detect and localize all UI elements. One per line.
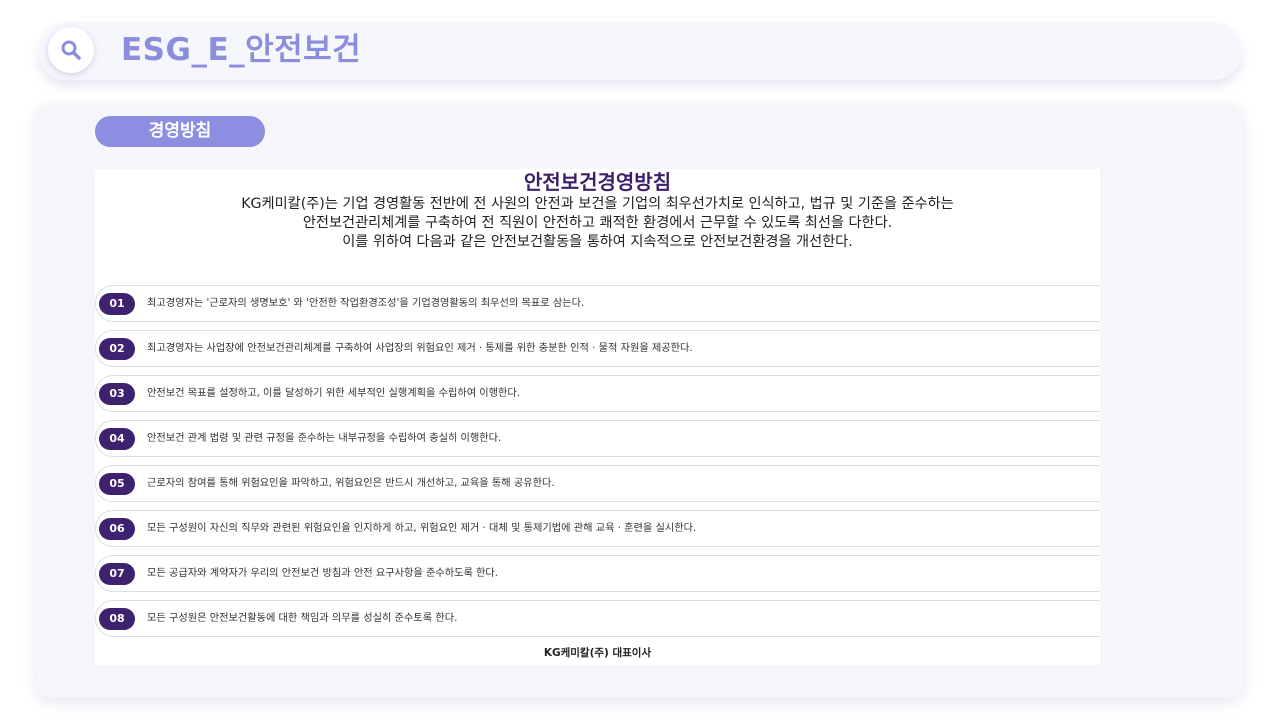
policy-item: 06 모든 구성원이 자신의 직무와 관련된 위험요인을 인지하게 하고, 위험… [95,510,1100,547]
item-number-badge: 02 [99,338,135,360]
policy-item: 04 안전보건 관계 법령 및 관련 규정을 준수하는 내부규정을 수립하여 충… [95,420,1100,457]
signature: KG케미칼(주) 대표이사 [543,647,652,659]
item-number-badge: 05 [99,473,135,495]
policy-document: 안전보건경영방침 KG케미칼(주)는 기업 경영활동 전반에 전 사원의 안전과… [95,169,1100,665]
intro-line: 안전보건관리체계를 구축하여 전 직원이 안전하고 쾌적한 환경에서 근무할 수… [302,215,893,231]
policy-text: 최고경영자는 '근로자의 생명보호' 와 '안전한 작업환경조성'을 기업경영활… [147,298,585,309]
policy-item: 01 최고경영자는 '근로자의 생명보호' 와 '안전한 작업환경조성'을 기업… [95,285,1100,322]
item-number-badge: 03 [99,383,135,405]
document-title: 안전보건경영방침 [523,170,672,194]
intro-line: 이를 위하여 다음과 같은 안전보건활동을 통하여 지속적으로 안전보건환경을 … [342,234,853,250]
policy-text: 모든 구성원이 자신의 직무와 관련된 위험요인을 인지하게 하고, 위험요인 … [147,523,697,534]
policy-item: 08 모든 구성원은 안전보건활동에 대한 책임과 의무를 성실히 준수토록 한… [95,600,1100,637]
item-number-badge: 07 [99,563,135,585]
item-number-badge: 06 [99,518,135,540]
page-title: ESG_E_안전보건 [121,32,362,68]
policy-text: 안전보건 관계 법령 및 관련 규정을 준수하는 내부규정을 수립하여 충실히 … [147,433,502,444]
policy-text: 모든 공급자와 계약자가 우리의 안전보건 방침과 안전 요구사항을 준수하도록… [147,568,499,579]
document-intro: KG케미칼(주)는 기업 경영활동 전반에 전 사원의 안전과 보건을 기업의 … [95,195,1100,252]
policy-item: 02 최고경영자는 사업장에 안전보건관리체계를 구축하여 사업장의 위험요인 … [95,330,1100,367]
search-button[interactable] [48,27,94,73]
item-number-badge: 08 [99,608,135,630]
policy-item: 03 안전보건 목표를 설정하고, 이를 달성하기 위한 세부적인 실행계획을 … [95,375,1100,412]
policy-list: 01 최고경영자는 '근로자의 생명보호' 와 '안전한 작업환경조성'을 기업… [95,285,1100,645]
policy-text: 모든 구성원은 안전보건활동에 대한 책임과 의무를 성실히 준수토록 한다. [147,613,458,624]
policy-text: 안전보건 목표를 설정하고, 이를 달성하기 위한 세부적인 실행계획을 수립하… [147,388,521,399]
item-number-badge: 01 [99,293,135,315]
policy-item: 07 모든 공급자와 계약자가 우리의 안전보건 방침과 안전 요구사항을 준수… [95,555,1100,592]
item-number-badge: 04 [99,428,135,450]
policy-text: 최고경영자는 사업장에 안전보건관리체계를 구축하여 사업장의 위험요인 제거 … [147,343,693,354]
policy-text: 근로자의 참여를 통해 위험요인을 파악하고, 위험요인은 반드시 개선하고, … [147,478,555,489]
section-tab-management-policy[interactable]: 경영방침 [95,116,265,147]
policy-item: 05 근로자의 참여를 통해 위험요인을 파악하고, 위험요인은 반드시 개선하… [95,465,1100,502]
intro-line: KG케미칼(주)는 기업 경영활동 전반에 전 사원의 안전과 보건을 기업의 … [241,196,954,212]
search-icon [61,40,81,60]
